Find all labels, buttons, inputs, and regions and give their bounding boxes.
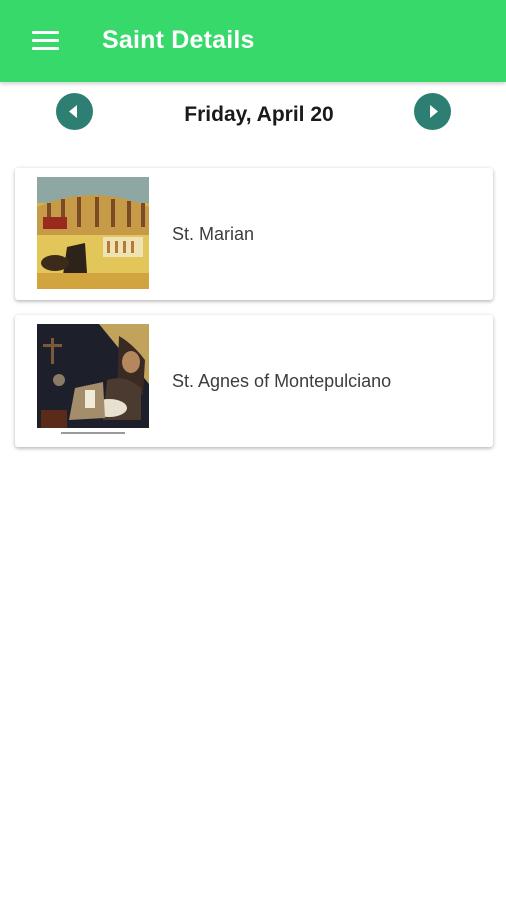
page-title: Saint Details [102,26,255,54]
hamburger-menu-icon[interactable] [32,31,59,51]
saint-image [37,324,149,436]
saint-name: St. Agnes of Montepulciano [172,371,392,391]
app-bar: Saint Details [0,0,506,82]
next-day-button[interactable] [414,93,451,130]
saint-card[interactable]: St. Agnes of Montepulciano [15,315,493,447]
saint-card[interactable]: St. Marian [15,168,493,300]
saint-image [37,177,149,289]
arrow-right-icon [430,105,438,118]
saint-name: St. Marian [172,224,255,244]
